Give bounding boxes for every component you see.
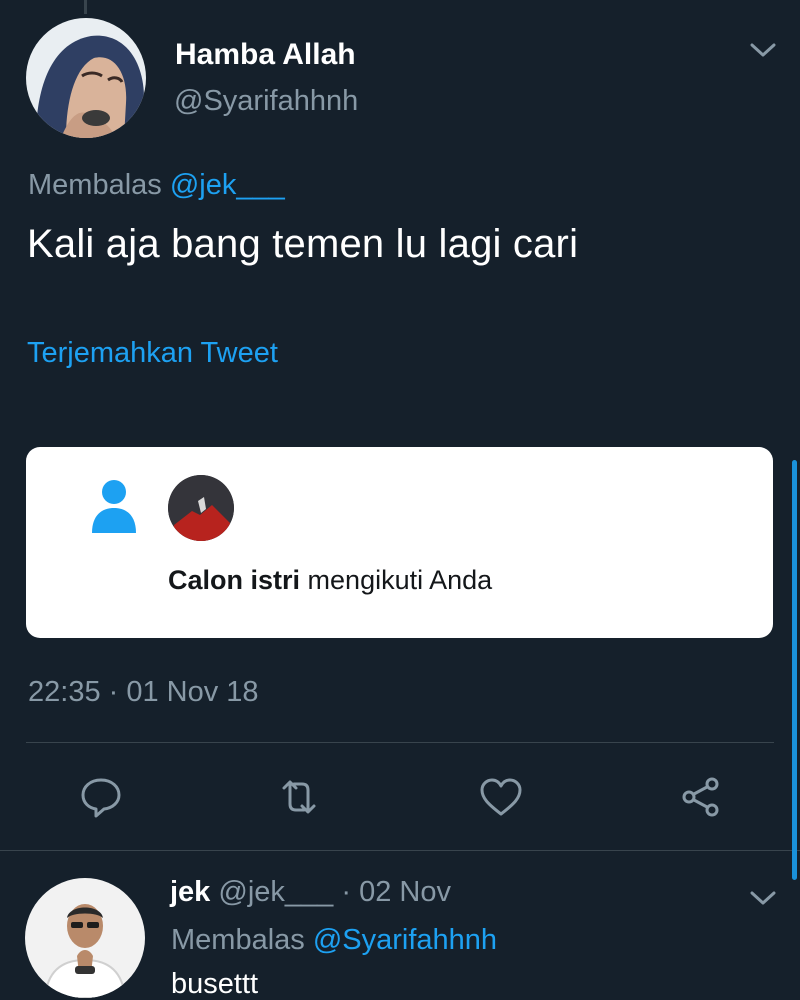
thread-line xyxy=(84,0,87,14)
user-handle[interactable]: @Syarifahhnh xyxy=(174,85,358,118)
avatar[interactable] xyxy=(26,18,146,138)
attached-image-card[interactable]: Calon istri mengikuti Anda xyxy=(26,447,773,638)
tweet-text: Kali aja bang temen lu lagi cari xyxy=(27,222,579,266)
translate-tweet-link[interactable]: Terjemahkan Tweet xyxy=(27,337,278,370)
reply-display-name[interactable]: jek xyxy=(170,876,210,908)
chevron-down-icon[interactable] xyxy=(748,888,778,908)
mention-link[interactable]: @Syarifahhnh xyxy=(313,924,497,956)
follow-notification-text: Calon istri mengikuti Anda xyxy=(168,565,492,596)
tweet-timestamp: 22:35 · 01 Nov 18 xyxy=(28,676,259,708)
replying-prefix: Membalas xyxy=(171,924,305,956)
heart-icon[interactable] xyxy=(478,774,524,820)
follow-text: mengikuti Anda xyxy=(307,565,493,595)
reply-header: jek @jek___ · 02 Nov xyxy=(170,876,451,909)
display-name[interactable]: Hamba Allah xyxy=(175,38,356,72)
avatar-photo xyxy=(25,878,145,998)
mention-link[interactable]: @jek___ xyxy=(170,169,285,201)
chevron-down-icon[interactable] xyxy=(748,40,778,60)
follower-avatar xyxy=(168,475,234,541)
retweet-icon[interactable] xyxy=(276,774,322,820)
avatar-photo xyxy=(26,18,146,138)
reply-icon[interactable] xyxy=(78,774,124,820)
scrollbar[interactable] xyxy=(792,460,797,880)
replying-prefix: Membalas xyxy=(28,169,162,201)
tweet-detail-screen: Hamba Allah @Syarifahhnh Membalas @jek__… xyxy=(0,0,800,1000)
reply-avatar[interactable] xyxy=(25,878,145,998)
person-icon xyxy=(92,480,136,533)
reply-replying-to: Membalas @Syarifahhnh xyxy=(171,924,497,957)
replying-to: Membalas @jek___ xyxy=(28,169,285,202)
divider xyxy=(26,742,774,743)
reply-date: · 02 Nov xyxy=(341,876,451,908)
share-icon[interactable] xyxy=(678,774,724,820)
follower-name: Calon istri xyxy=(168,565,301,595)
divider xyxy=(0,850,800,851)
reply-handle[interactable]: @jek___ xyxy=(218,876,333,908)
reply-text: busettt xyxy=(171,968,259,1000)
